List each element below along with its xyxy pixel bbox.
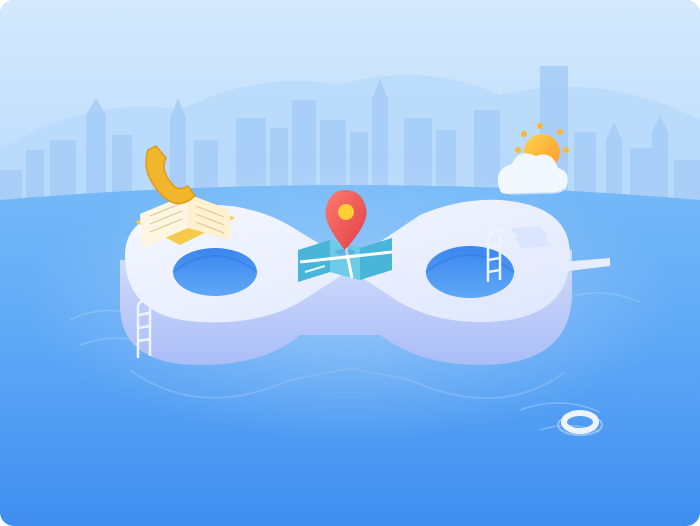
illustration-card (0, 0, 700, 526)
infinity-pool-illustration (0, 0, 700, 526)
